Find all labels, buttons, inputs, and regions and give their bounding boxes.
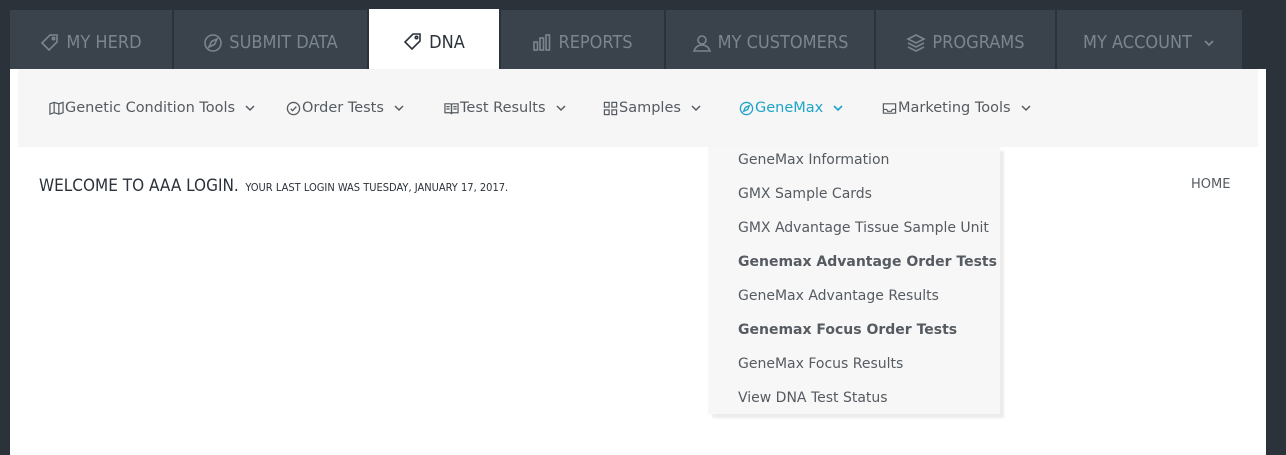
dna-subnav: Genetic Condition Tools Order Tests Test… xyxy=(18,69,1258,147)
tab-label: PROGRAMS xyxy=(932,32,1025,53)
menu-item-gmx-advantage-tissue-sample-unit[interactable]: GMX Advantage Tissue Sample Unit xyxy=(738,211,989,245)
main-navigation: MY HERD SUBMIT DATA DNA REPORTS MY CUSTO… xyxy=(10,9,1242,69)
chevron-down-icon xyxy=(1202,36,1216,50)
last-login-text: YOUR LAST LOGIN WAS TUESDAY, JANUARY 17,… xyxy=(245,181,509,194)
chevron-down-icon xyxy=(244,102,256,114)
subnav-label: Order Tests xyxy=(302,100,384,116)
chevron-down-icon xyxy=(690,102,702,114)
subnav-label: Genetic Condition Tools xyxy=(65,100,236,116)
tab-label: SUBMIT DATA xyxy=(229,32,338,53)
compass-icon xyxy=(739,101,754,116)
menu-item-genemax-advantage-results[interactable]: GeneMax Advantage Results xyxy=(738,279,939,313)
tab-label: MY ACCOUNT xyxy=(1083,32,1192,53)
subnav-label: Samples xyxy=(619,100,681,116)
menu-item-gmx-sample-cards[interactable]: GMX Sample Cards xyxy=(738,177,872,211)
tab-my-customers[interactable]: MY CUSTOMERS xyxy=(666,10,874,69)
bar-chart-icon xyxy=(532,33,552,53)
tag-icon xyxy=(40,33,60,53)
tag-icon xyxy=(403,32,423,52)
tab-dna[interactable]: DNA xyxy=(369,9,499,69)
grid-icon xyxy=(603,101,618,116)
welcome-title: WELCOME TO AAA LOGIN. xyxy=(39,176,239,196)
tab-submit-data[interactable]: SUBMIT DATA xyxy=(174,10,367,69)
menu-item-genemax-advantage-order-tests[interactable]: Genemax Advantage Order Tests xyxy=(738,245,997,279)
menu-item-genemax-focus-order-tests[interactable]: Genemax Focus Order Tests xyxy=(738,313,957,347)
compass-icon xyxy=(203,33,223,53)
tab-label: REPORTS xyxy=(558,32,633,53)
map-icon xyxy=(49,101,64,116)
subnav-genemax[interactable]: GeneMax xyxy=(739,69,844,147)
book-icon xyxy=(444,101,459,116)
chevron-down-icon xyxy=(832,102,844,114)
tab-my-account[interactable]: MY ACCOUNT xyxy=(1057,10,1242,69)
inbox-icon xyxy=(882,101,897,116)
genemax-dropdown-menu: GeneMax Information GMX Sample Cards GMX… xyxy=(708,147,1000,414)
subnav-genetic-condition-tools[interactable]: Genetic Condition Tools xyxy=(49,69,256,147)
breadcrumb-home-link[interactable]: HOME xyxy=(1191,177,1230,192)
tab-reports[interactable]: REPORTS xyxy=(501,10,664,69)
tab-programs[interactable]: PROGRAMS xyxy=(876,10,1055,69)
subnav-label: Marketing Tools xyxy=(898,100,1011,116)
tab-label: MY CUSTOMERS xyxy=(717,32,849,53)
chevron-down-icon xyxy=(1020,102,1032,114)
check-circle-icon xyxy=(286,101,301,116)
window-edge xyxy=(1266,69,1286,455)
menu-item-genemax-focus-results[interactable]: GeneMax Focus Results xyxy=(738,347,903,381)
subnav-marketing-tools[interactable]: Marketing Tools xyxy=(882,69,1032,147)
subnav-label: GeneMax xyxy=(755,100,824,116)
chevron-down-icon xyxy=(555,102,567,114)
chevron-down-icon xyxy=(393,102,405,114)
layers-icon xyxy=(906,33,927,53)
tab-my-herd[interactable]: MY HERD xyxy=(10,10,172,69)
user-icon xyxy=(692,33,712,53)
tab-label: MY HERD xyxy=(66,32,142,53)
subnav-test-results[interactable]: Test Results xyxy=(444,69,567,147)
menu-item-view-dna-test-status[interactable]: View DNA Test Status xyxy=(738,381,888,415)
subnav-label: Test Results xyxy=(460,100,546,116)
menu-item-genemax-information[interactable]: GeneMax Information xyxy=(738,143,889,177)
subnav-order-tests[interactable]: Order Tests xyxy=(286,69,405,147)
subnav-samples[interactable]: Samples xyxy=(603,69,702,147)
welcome-message: WELCOME TO AAA LOGIN. YOUR LAST LOGIN WA… xyxy=(39,176,508,196)
tab-label: DNA xyxy=(429,31,465,53)
